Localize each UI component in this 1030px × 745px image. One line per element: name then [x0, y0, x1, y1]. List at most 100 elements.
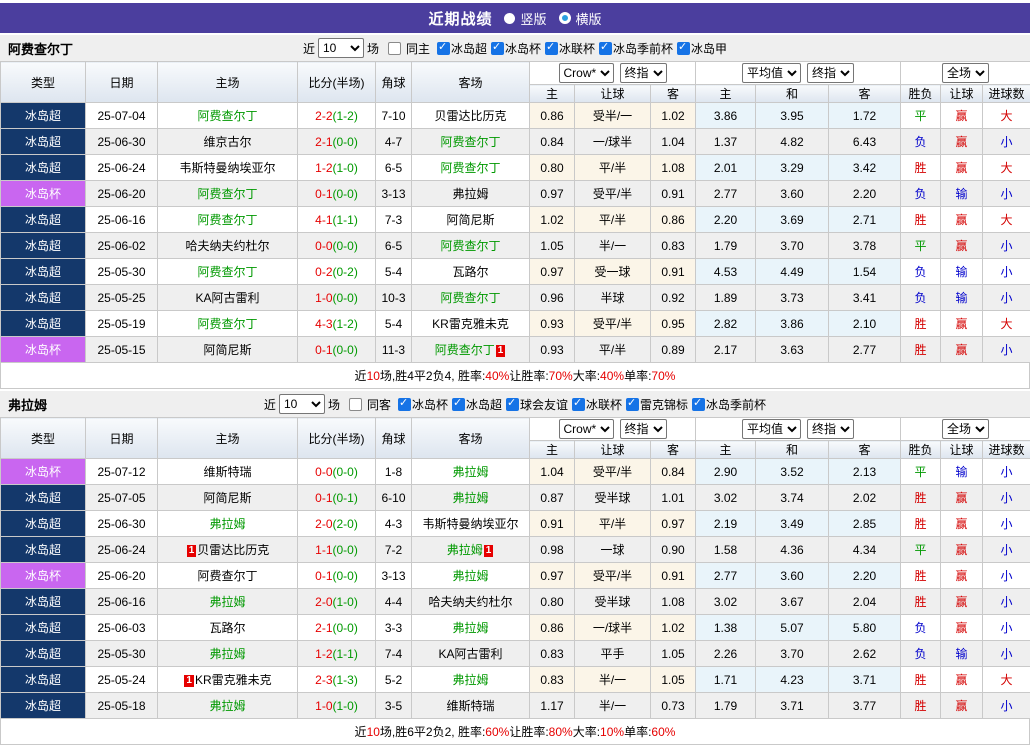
team-link[interactable]: 阿费查尔丁	[197, 187, 257, 201]
avg-draw-cell: 4.36	[756, 537, 829, 563]
avg-time-select[interactable]: 终指	[807, 419, 854, 439]
team-link[interactable]: 哈夫纳夫约杜尔	[185, 239, 269, 253]
avg-time-select[interactable]: 终指	[807, 63, 854, 83]
avg-source-select[interactable]: 平均值	[742, 63, 801, 83]
scope-select[interactable]: 全场	[942, 63, 989, 83]
team-link[interactable]: 阿费查尔丁	[197, 265, 257, 279]
games-count-select[interactable]: 10	[318, 38, 364, 58]
team-link[interactable]: 阿费查尔丁	[197, 317, 257, 331]
team-link[interactable]: 弗拉姆	[452, 465, 488, 479]
league-cell: 冰岛超	[1, 589, 86, 615]
team-link[interactable]: 弗拉姆	[452, 621, 488, 635]
team-link[interactable]: 阿简尼斯	[446, 213, 494, 227]
team-link[interactable]: 弗拉姆	[452, 569, 488, 583]
team-link[interactable]: 维斯特瑞	[446, 699, 494, 713]
team-link[interactable]: 弗拉姆	[209, 647, 245, 661]
odds-home-cell: 0.87	[530, 485, 575, 511]
league-cell: 冰岛超	[1, 129, 86, 155]
team-link[interactable]: 弗拉姆	[452, 187, 488, 201]
full-time-score: 0-1	[315, 187, 332, 201]
radio-vertical-icon[interactable]	[504, 13, 515, 24]
league-checkbox[interactable]	[626, 398, 639, 411]
full-time-score: 2-1	[315, 621, 332, 635]
team-link[interactable]: 阿费查尔丁	[197, 213, 257, 227]
result-outcome-cell: 胜	[901, 311, 941, 337]
league-checkbox[interactable]	[491, 42, 504, 55]
team-link[interactable]: 韦斯特曼纳埃亚尔	[179, 161, 275, 175]
odds-home-cell: 0.86	[530, 615, 575, 641]
radio-horizontal-icon[interactable]	[559, 12, 571, 24]
team-link[interactable]: 弗拉姆	[209, 517, 245, 531]
red-card-badge: 1	[484, 545, 494, 557]
team-link[interactable]: KA阿古雷利	[195, 291, 259, 305]
date-cell: 25-06-24	[86, 537, 158, 563]
team-link[interactable]: 阿费查尔丁	[440, 291, 500, 305]
avg-home-cell: 1.71	[696, 667, 756, 693]
team-link[interactable]: 维京古尔	[203, 135, 251, 149]
league-checkbox[interactable]	[692, 398, 705, 411]
team-link[interactable]: 阿费查尔丁	[435, 343, 495, 357]
odds-source-select[interactable]: Crow*	[559, 63, 614, 83]
score-cell: 2-1(0-0)	[298, 129, 376, 155]
league-checkbox[interactable]	[398, 398, 411, 411]
away-team-cell: 弗拉姆	[412, 459, 530, 485]
team-link[interactable]: 维斯特瑞	[203, 465, 251, 479]
team-link[interactable]: 韦斯特曼纳埃亚尔	[422, 517, 518, 531]
half-time-score: (0-0)	[333, 343, 358, 357]
radio-horizontal-layout[interactable]: 横版	[559, 9, 602, 28]
odds-time-select[interactable]: 终指	[620, 419, 667, 439]
team-link[interactable]: 阿简尼斯	[203, 491, 251, 505]
team-link[interactable]: 弗拉姆	[209, 699, 245, 713]
subcol-result: 胜负	[901, 441, 941, 459]
team-link[interactable]: 贝雷达比历克	[197, 543, 269, 557]
team-link[interactable]: 弗拉姆	[209, 595, 245, 609]
team-link[interactable]: 阿费查尔丁	[440, 239, 500, 253]
team-link[interactable]: 瓦路尔	[209, 621, 245, 635]
league-checkbox[interactable]	[437, 42, 450, 55]
league-checkbox[interactable]	[545, 42, 558, 55]
date-cell: 25-06-16	[86, 589, 158, 615]
half-time-score: (0-0)	[333, 239, 358, 253]
same-venue-checkbox[interactable]	[388, 42, 401, 55]
odds-home-cell: 1.17	[530, 693, 575, 719]
result-handicap-cell: 赢	[941, 511, 983, 537]
league-checkbox[interactable]	[506, 398, 519, 411]
away-team-cell: 阿简尼斯	[412, 207, 530, 233]
team-link[interactable]: 弗拉姆	[447, 543, 483, 557]
team-link[interactable]: 阿费查尔丁	[440, 161, 500, 175]
filter-bar-team1: 阿费查尔丁 近 10 场 同主 冰岛超冰岛杯冰联杯冰岛季前杯冰岛甲	[0, 33, 1030, 61]
team-link[interactable]: KR雷克雅未克	[432, 317, 509, 331]
team-link[interactable]: KR雷克雅未克	[195, 673, 272, 687]
odds-away-cell: 0.91	[651, 181, 696, 207]
games-count-select[interactable]: 10	[279, 394, 325, 414]
same-venue-checkbox[interactable]	[349, 398, 362, 411]
avg-away-cell: 2.85	[829, 511, 901, 537]
team-link[interactable]: 弗拉姆	[452, 491, 488, 505]
odds-time-select[interactable]: 终指	[620, 63, 667, 83]
summary-stat-value: 80%	[549, 725, 573, 739]
avg-source-select[interactable]: 平均值	[742, 419, 801, 439]
corner-cell: 4-3	[376, 511, 412, 537]
team-link[interactable]: 瓦路尔	[452, 265, 488, 279]
team-link[interactable]: 哈夫纳夫约杜尔	[428, 595, 512, 609]
odds-source-select[interactable]: Crow*	[559, 419, 614, 439]
league-checkbox[interactable]	[572, 398, 585, 411]
team-link[interactable]: KA阿古雷利	[438, 647, 502, 661]
league-cell: 冰岛超	[1, 511, 86, 537]
home-team-cell: 弗拉姆	[158, 589, 298, 615]
result-handicap-cell: 赢	[941, 337, 983, 363]
radio-vertical-layout[interactable]: 竖版	[504, 9, 546, 28]
result-handicap-cell: 赢	[941, 615, 983, 641]
league-checkbox[interactable]	[677, 42, 690, 55]
team-link[interactable]: 阿费查尔丁	[197, 109, 257, 123]
league-checkbox[interactable]	[452, 398, 465, 411]
team-link[interactable]: 阿费查尔丁	[440, 135, 500, 149]
scope-select[interactable]: 全场	[942, 419, 989, 439]
team-link[interactable]: 阿费查尔丁	[197, 569, 257, 583]
league-cell: 冰岛超	[1, 693, 86, 719]
team-link[interactable]: 阿简尼斯	[203, 343, 251, 357]
team-link[interactable]: 弗拉姆	[452, 673, 488, 687]
team-link[interactable]: 贝雷达比历克	[434, 109, 506, 123]
corner-cell: 3-13	[376, 181, 412, 207]
league-checkbox[interactable]	[599, 42, 612, 55]
